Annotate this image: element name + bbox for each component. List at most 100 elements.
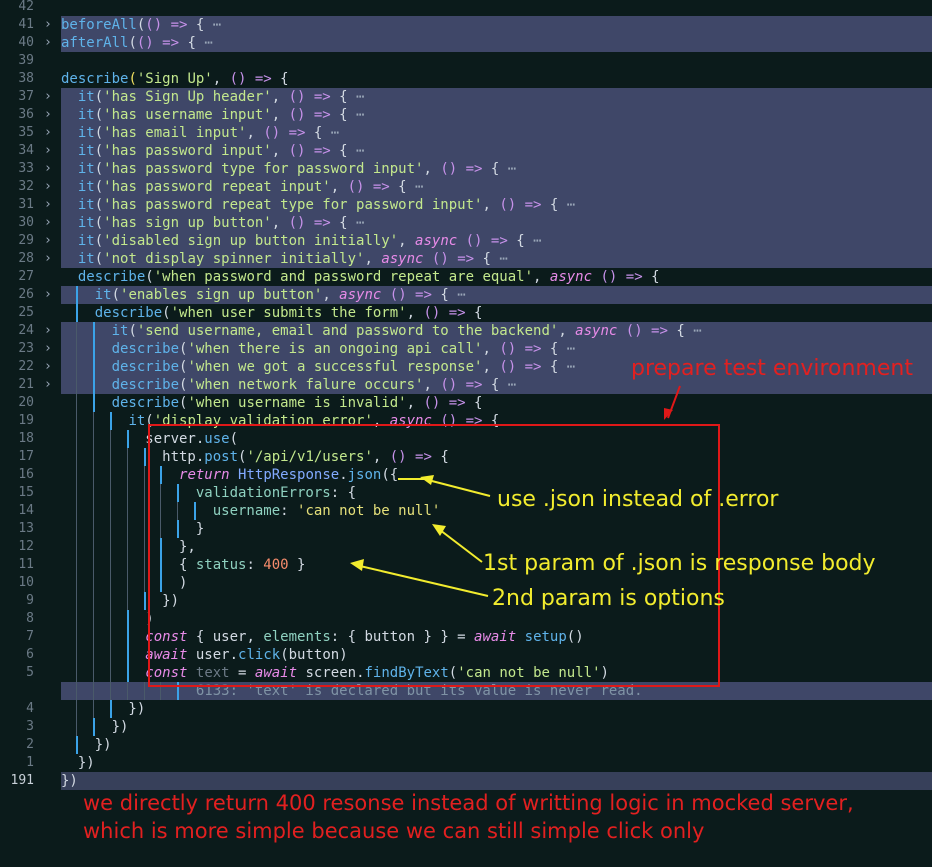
code-text[interactable]: afterAll(() => { ⋯: [61, 34, 932, 52]
code-text[interactable]: server.use(: [61, 430, 932, 448]
fold-chevron-icon[interactable]: ›: [44, 340, 58, 358]
code-line[interactable]: 36 › it('has username input', () => { ⋯: [0, 106, 932, 124]
code-text[interactable]: }): [61, 772, 932, 790]
code-line[interactable]: 31 › it('has password repeat type for pas…: [0, 196, 932, 214]
code-text[interactable]: it('has password repeat input', () => { …: [61, 178, 932, 196]
code-text[interactable]: return HttpResponse.json({: [61, 466, 932, 484]
code-text[interactable]: it('send username, email and password to…: [61, 322, 932, 340]
code-line[interactable]: 5 const text = await screen.findByText('…: [0, 664, 932, 682]
fold-chevron-icon[interactable]: ›: [44, 232, 58, 250]
code-line[interactable]: 28 › it('not display spinner initially', …: [0, 250, 932, 268]
fold-chevron-icon[interactable]: ›: [44, 250, 58, 268]
fold-chevron-icon[interactable]: ›: [44, 106, 58, 124]
code-line[interactable]: 32 › it('has password repeat input', () =…: [0, 178, 932, 196]
code-line[interactable]: 40 › afterAll(() => { ⋯: [0, 34, 932, 52]
line-number[interactable]: 10: [0, 574, 34, 592]
code-line[interactable]: 8 ): [0, 610, 932, 628]
line-number[interactable]: 9: [0, 592, 34, 610]
code-line[interactable]: 30 › it('has sign up button', () => { ⋯: [0, 214, 932, 232]
line-number[interactable]: 14: [0, 502, 34, 520]
line-number[interactable]: 35: [0, 124, 34, 142]
code-text[interactable]: it('has username input', () => { ⋯: [61, 106, 932, 124]
line-number[interactable]: 2: [0, 736, 34, 754]
line-number[interactable]: 21: [0, 376, 34, 394]
fold-chevron-icon[interactable]: ›: [44, 196, 58, 214]
code-text[interactable]: describe('when username is invalid', () …: [61, 394, 932, 412]
code-line[interactable]: 27 describe('when password and password …: [0, 268, 932, 286]
line-number[interactable]: 6: [0, 646, 34, 664]
line-number[interactable]: 16: [0, 466, 34, 484]
code-line[interactable]: 4 }): [0, 700, 932, 718]
code-text[interactable]: it('has email input', () => { ⋯: [61, 124, 932, 142]
code-text[interactable]: describe('Sign Up', () => {: [61, 70, 932, 88]
code-text[interactable]: }): [61, 718, 932, 736]
fold-chevron-icon[interactable]: ›: [44, 16, 58, 34]
code-line[interactable]: 7 const { user, elements: { button } } =…: [0, 628, 932, 646]
code-line[interactable]: 19 it('display validation error', async …: [0, 412, 932, 430]
code-line[interactable]: 35 › it('has email input', () => { ⋯: [0, 124, 932, 142]
code-line[interactable]: 18 server.use(: [0, 430, 932, 448]
code-line[interactable]: 29 › it('disabled sign up button initiall…: [0, 232, 932, 250]
line-number[interactable]: 34: [0, 142, 34, 160]
code-text[interactable]: 6133: 'text' is declared but its value i…: [61, 682, 932, 700]
code-editor[interactable]: 42 41 › beforeAll(() => { ⋯ 40 › afterAll(() =…: [0, 0, 932, 867]
fold-chevron-icon[interactable]: ›: [44, 178, 58, 196]
line-number[interactable]: 191: [0, 772, 34, 790]
fold-chevron-icon[interactable]: ›: [44, 88, 58, 106]
code-line[interactable]: 3 }): [0, 718, 932, 736]
line-number[interactable]: 15: [0, 484, 34, 502]
line-number[interactable]: 28: [0, 250, 34, 268]
code-line[interactable]: 39: [0, 52, 932, 70]
line-number[interactable]: 18: [0, 430, 34, 448]
code-text[interactable]: await user.click(button): [61, 646, 932, 664]
code-line[interactable]: 6 await user.click(button): [0, 646, 932, 664]
line-number[interactable]: 26: [0, 286, 34, 304]
line-number[interactable]: 12: [0, 538, 34, 556]
line-number[interactable]: 22: [0, 358, 34, 376]
code-line[interactable]: 1 }): [0, 754, 932, 772]
code-text[interactable]: it('has Sign Up header', () => { ⋯: [61, 88, 932, 106]
line-number[interactable]: 23: [0, 340, 34, 358]
code-text[interactable]: ): [61, 610, 932, 628]
code-line[interactable]: 20 describe('when username is invalid', …: [0, 394, 932, 412]
line-number[interactable]: 27: [0, 268, 34, 286]
fold-chevron-icon[interactable]: ›: [44, 214, 58, 232]
code-text[interactable]: }: [61, 520, 932, 538]
code-line[interactable]: 16 return HttpResponse.json({: [0, 466, 932, 484]
code-line[interactable]: 10 ): [0, 574, 932, 592]
line-number[interactable]: 24: [0, 322, 34, 340]
line-number[interactable]: 31: [0, 196, 34, 214]
code-line[interactable]: 26 › it('enables sign up button', async (…: [0, 286, 932, 304]
code-text[interactable]: describe('when user submits the form', (…: [61, 304, 932, 322]
line-number[interactable]: 7: [0, 628, 34, 646]
fold-chevron-icon[interactable]: ›: [44, 358, 58, 376]
line-number[interactable]: 5: [0, 664, 34, 682]
code-line[interactable]: 6133: 'text' is declared but its value i…: [0, 682, 932, 700]
fold-chevron-icon[interactable]: ›: [44, 142, 58, 160]
fold-chevron-icon[interactable]: ›: [44, 160, 58, 178]
code-line[interactable]: 15 validationErrors: {: [0, 484, 932, 502]
code-line[interactable]: 13 }: [0, 520, 932, 538]
code-line[interactable]: 42: [0, 0, 932, 16]
code-text[interactable]: it('has password input', () => { ⋯: [61, 142, 932, 160]
code-line[interactable]: 41 › beforeAll(() => { ⋯: [0, 16, 932, 34]
line-number[interactable]: 41: [0, 16, 34, 34]
code-text[interactable]: it('disabled sign up button initially', …: [61, 232, 932, 250]
line-number[interactable]: 32: [0, 178, 34, 196]
code-line[interactable]: 9 }): [0, 592, 932, 610]
code-line[interactable]: 33 › it('has password type for password i…: [0, 160, 932, 178]
fold-chevron-icon[interactable]: ›: [44, 376, 58, 394]
line-number[interactable]: 20: [0, 394, 34, 412]
line-number[interactable]: 11: [0, 556, 34, 574]
code-text[interactable]: beforeAll(() => { ⋯: [61, 16, 932, 34]
line-number[interactable]: 19: [0, 412, 34, 430]
code-line[interactable]: 38 describe('Sign Up', () => {: [0, 70, 932, 88]
fold-chevron-icon[interactable]: ›: [44, 322, 58, 340]
code-line[interactable]: 2 }): [0, 736, 932, 754]
line-number[interactable]: 1: [0, 754, 34, 772]
code-text[interactable]: }): [61, 700, 932, 718]
line-number[interactable]: 17: [0, 448, 34, 466]
line-number[interactable]: 4: [0, 700, 34, 718]
fold-chevron-icon[interactable]: ›: [44, 286, 58, 304]
line-number[interactable]: 29: [0, 232, 34, 250]
